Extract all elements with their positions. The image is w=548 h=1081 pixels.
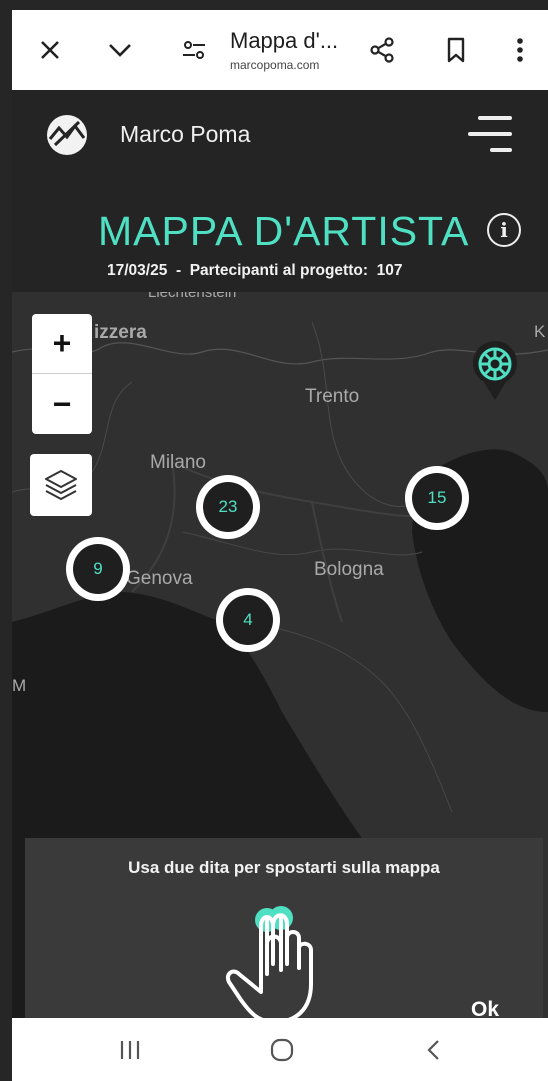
browser-toolbar: Mappa d'... marcopoma.com [12,10,548,90]
cluster-count: 9 [73,544,123,594]
cluster-count: 15 [412,473,462,523]
website: Marco Poma MAPPA D'ARTISTA i 17/03/25 - … [12,90,548,1018]
place-milano: Milano [150,452,206,473]
artist-pin-icon[interactable] [468,338,522,402]
page-settings-icon[interactable] [170,26,218,74]
place-edge-k: K [534,322,546,341]
more-vert-icon[interactable] [496,26,544,74]
place-edge-m: M [12,676,27,695]
home-icon[interactable] [262,1032,302,1068]
layers-icon [45,470,77,500]
layers-button[interactable] [30,454,92,516]
cluster-marker-toscana[interactable]: 4 [216,588,280,652]
cluster-count: 23 [203,482,253,532]
share-icon[interactable] [358,26,406,74]
zoom-in-button[interactable]: + [32,314,92,374]
zoom-control: + − [32,314,92,434]
bookmark-icon[interactable] [432,26,480,74]
logo-icon[interactable] [46,114,88,156]
system-nav-bar [12,1018,548,1081]
cluster-marker-venezia[interactable]: 15 [405,466,469,530]
info-icon[interactable]: i [487,213,521,247]
close-icon[interactable] [26,26,74,74]
cluster-marker-genova[interactable]: 9 [66,537,130,601]
brand-name[interactable]: Marco Poma [120,121,250,148]
map[interactable]: Liechtenstein izzera Trento Milano Genov… [12,292,548,1018]
place-trento: Trento [305,386,360,407]
two-finger-hand-icon [226,906,313,1018]
cluster-count: 4 [223,595,273,645]
place-genova: Genova [126,568,193,589]
ok-button[interactable]: Ok [471,998,499,1018]
place-liechtenstein: Liechtenstein [148,292,237,301]
cluster-marker-milano[interactable]: 23 [196,475,260,539]
recent-apps-icon[interactable] [110,1032,150,1068]
browser-page-title: Mappa d'... [230,28,339,53]
project-stats: 17/03/25 - Partecipanti al progetto: 107 [107,262,403,279]
gesture-hint-message: Usa due dita per spostarti sulla mappa [128,858,440,877]
menu-icon[interactable] [462,114,512,154]
browser-domain: marcopoma.com [230,58,320,72]
zoom-out-button[interactable]: − [32,374,92,434]
site-header: Marco Poma [12,90,548,180]
back-icon[interactable] [414,1032,454,1068]
page-title-block[interactable]: Mappa d'... marcopoma.com [230,28,360,72]
gesture-hint-overlay: Usa due dita per spostarti sulla mappa O… [25,838,543,1018]
place-bologna: Bologna [314,559,384,580]
page-title: MAPPA D'ARTISTA [98,208,470,254]
place-svizzera: izzera [94,322,147,343]
chevron-down-icon[interactable] [96,26,144,74]
screen: Mappa d'... marcopoma.com Marco Poma MAP… [0,0,548,1081]
